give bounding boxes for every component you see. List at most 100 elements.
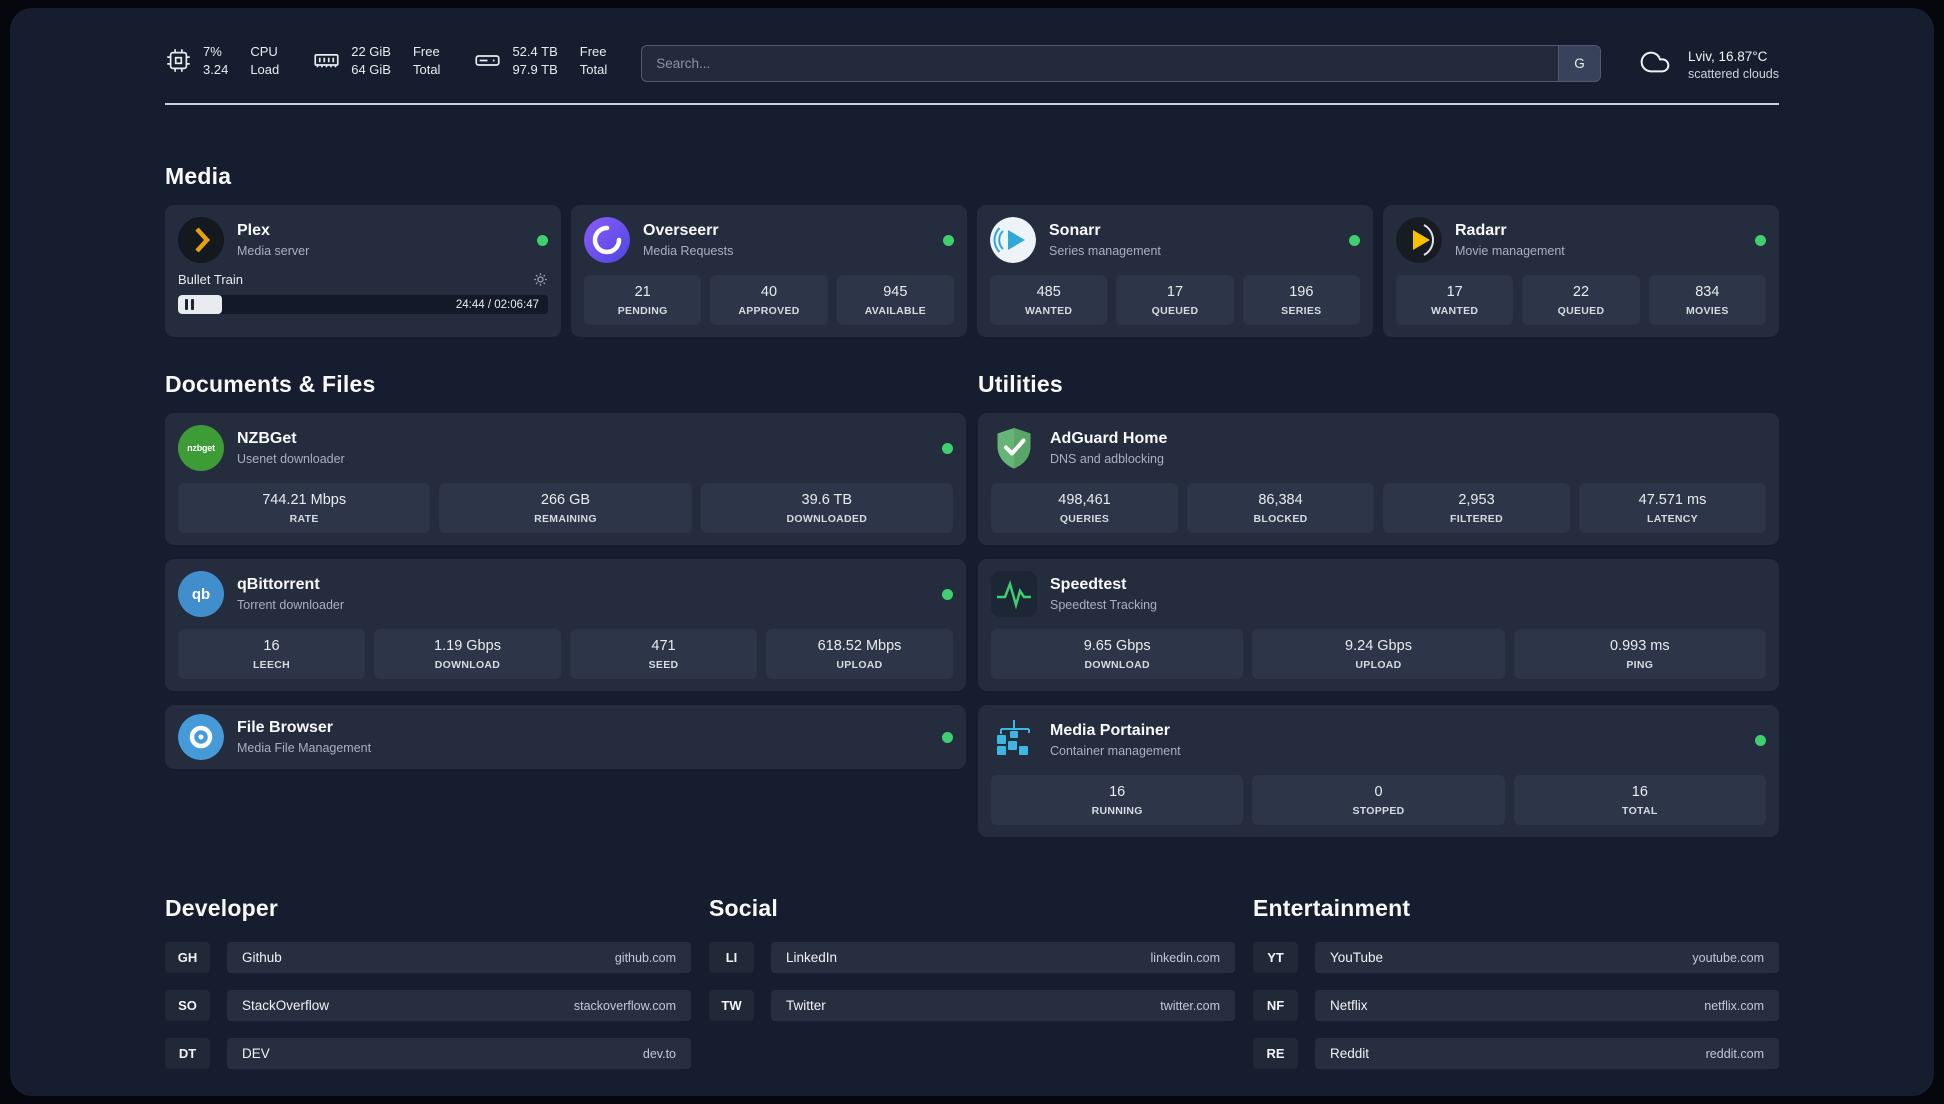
pause-icon[interactable]: [185, 299, 194, 310]
section-title-media: Media: [165, 163, 232, 189]
status-dot: [942, 442, 953, 454]
bookmark-youtube[interactable]: YT YouTube youtube.com: [1253, 942, 1779, 973]
bookmark-reddit[interactable]: RE Reddit reddit.com: [1253, 1038, 1779, 1069]
track-title: Bullet Train: [178, 272, 244, 287]
app-name: NZBGet: [237, 430, 297, 447]
disk-free-value: 52.4 TB: [512, 44, 558, 59]
stat-stopped: 0 STOPPED: [1252, 775, 1505, 825]
stat-value: 86,384: [1258, 492, 1303, 508]
radarr-icon: [1396, 217, 1442, 263]
app-name: Speedtest: [1050, 576, 1127, 593]
bookmark-stackoverflow[interactable]: SO StackOverflow stackoverflow.com: [165, 990, 691, 1021]
stat-movies: 834 MOVIES: [1648, 275, 1766, 325]
stat-label: RUNNING: [1091, 805, 1143, 817]
section-media: Media Plex Media server Bullet Train 24:…: [165, 163, 1779, 337]
stat-label: RATE: [289, 513, 319, 525]
app-link-nzbget[interactable]: nzbget NZBGet Usenet downloader: [178, 425, 953, 471]
stat-label: PING: [1626, 659, 1654, 671]
cloud-icon: [1635, 46, 1675, 83]
stat-value: 498,461: [1058, 492, 1111, 508]
search-engine-button[interactable]: G: [1557, 46, 1600, 81]
bookmark-url: dev.to: [642, 1046, 676, 1061]
stat-value: 22: [1572, 284, 1590, 300]
memory-total-label: Total: [412, 62, 441, 77]
cpu-load-value: 3.24: [203, 62, 229, 77]
bookmark-twitter[interactable]: TW Twitter twitter.com: [709, 990, 1235, 1021]
memory-widget: 22 GiB Free 64 GiB Total: [313, 44, 440, 79]
bookmark-abbr: DT: [165, 1038, 210, 1069]
bookmark-abbr: GH: [165, 942, 210, 973]
app-link-filebrowser[interactable]: File Browser Media File Management: [178, 714, 953, 760]
stat-label: TOTAL: [1622, 805, 1658, 817]
stat-label: WANTED: [1431, 305, 1479, 317]
app-card-overseerr: Overseerr Media Requests 21 PENDING 40 A…: [571, 205, 967, 337]
stat-value: 9.24 Gbps: [1345, 638, 1412, 654]
disk-free-label: Free: [579, 44, 607, 59]
stat-wanted: 17 WANTED: [1396, 275, 1514, 325]
stat-queued: 17 QUEUED: [1116, 275, 1234, 325]
bookmark-url: github.com: [614, 950, 676, 965]
bookmark-name: Reddit: [1330, 1046, 1370, 1061]
app-name: Overseerr: [643, 222, 719, 239]
filebrowser-icon: [178, 714, 224, 760]
memory-total-value: 64 GiB: [351, 62, 391, 77]
stat-value: 40: [760, 284, 778, 300]
stat-value: 0.993 ms: [1609, 638, 1670, 654]
bookmark-netflix[interactable]: NF Netflix netflix.com: [1253, 990, 1779, 1021]
stat-download: 1.19 Gbps DOWNLOAD: [374, 629, 561, 679]
search-input[interactable]: [642, 56, 1558, 71]
app-link-portainer[interactable]: Media Portainer Container management: [991, 717, 1766, 763]
bookmark-name: Github: [242, 950, 282, 965]
stat-value: 485: [1036, 284, 1061, 300]
playback-progress-bar[interactable]: 24:44 / 02:06:47: [178, 295, 548, 314]
plex-icon: [178, 217, 224, 263]
bookmark-name: Twitter: [786, 998, 826, 1013]
disk-total-value: 97.9 TB: [512, 62, 558, 77]
section-utilities: Utilities AdGuard Home DNS and adblockin…: [978, 371, 1779, 837]
status-dot: [942, 588, 953, 600]
app-name: File Browser: [237, 719, 334, 736]
app-link-sonarr[interactable]: Sonarr Series management: [990, 217, 1360, 263]
stat-ping: 0.993 ms PING: [1513, 629, 1766, 679]
stat-label: BLOCKED: [1253, 513, 1308, 525]
stat-value: 744.21 Mbps: [262, 492, 347, 508]
top-bar: 7% CPU 3.24 Load 22 GiB Free 64 GiB Tota…: [165, 44, 1779, 83]
nzbget-icon: nzbget: [178, 425, 224, 471]
app-link-qbittorrent[interactable]: qb qBittorrent Torrent downloader: [178, 571, 953, 617]
app-link-plex[interactable]: Plex Media server: [178, 217, 548, 263]
stat-label: QUEUED: [1557, 305, 1605, 317]
stat-wanted: 485 WANTED: [990, 275, 1108, 325]
app-link-speedtest[interactable]: Speedtest Speedtest Tracking: [991, 571, 1766, 617]
app-card-sonarr: Sonarr Series management 485 WANTED 17 Q…: [977, 205, 1373, 337]
stat-value: 834: [1695, 284, 1720, 300]
bookmark-abbr: TW: [709, 990, 754, 1021]
app-name: qBittorrent: [237, 576, 320, 593]
app-link-radarr[interactable]: Radarr Movie management: [1396, 217, 1766, 263]
bookmark-dev[interactable]: DT DEV dev.to: [165, 1038, 691, 1069]
status-dot: [1755, 234, 1766, 246]
stat-queued: 22 QUEUED: [1522, 275, 1640, 325]
stat-value: 618.52 Mbps: [817, 638, 902, 654]
bookmark-url: reddit.com: [1705, 1046, 1764, 1061]
stat-label: DOWNLOAD: [434, 659, 501, 671]
cpu-percent: 7%: [203, 44, 222, 59]
app-subtitle: Usenet downloader: [237, 452, 345, 466]
bookmark-url: stackoverflow.com: [573, 998, 676, 1013]
bookmark-github[interactable]: GH Github github.com: [165, 942, 691, 973]
status-dot: [1349, 234, 1360, 246]
playback-time: 24:44 / 02:06:47: [455, 298, 539, 311]
stat-latency: 47.571 ms LATENCY: [1579, 483, 1766, 533]
gear-icon[interactable]: [533, 272, 548, 287]
app-link-overseerr[interactable]: Overseerr Media Requests: [584, 217, 954, 263]
stat-downloaded: 39.6 TB DOWNLOADED: [700, 483, 953, 533]
stat-value: 47.571 ms: [1638, 492, 1707, 508]
stat-label: WANTED: [1025, 305, 1073, 317]
status-dot: [942, 731, 953, 743]
bookmark-linkedin[interactable]: LI LinkedIn linkedin.com: [709, 942, 1235, 973]
ram-icon: [313, 44, 340, 79]
cpu-widget: 7% CPU 3.24 Load: [165, 44, 279, 79]
sonarr-icon: [990, 217, 1036, 263]
app-link-adguard[interactable]: AdGuard Home DNS and adblocking: [991, 425, 1766, 471]
bookmark-name: LinkedIn: [786, 950, 838, 965]
memory-free-label: Free: [412, 44, 440, 59]
